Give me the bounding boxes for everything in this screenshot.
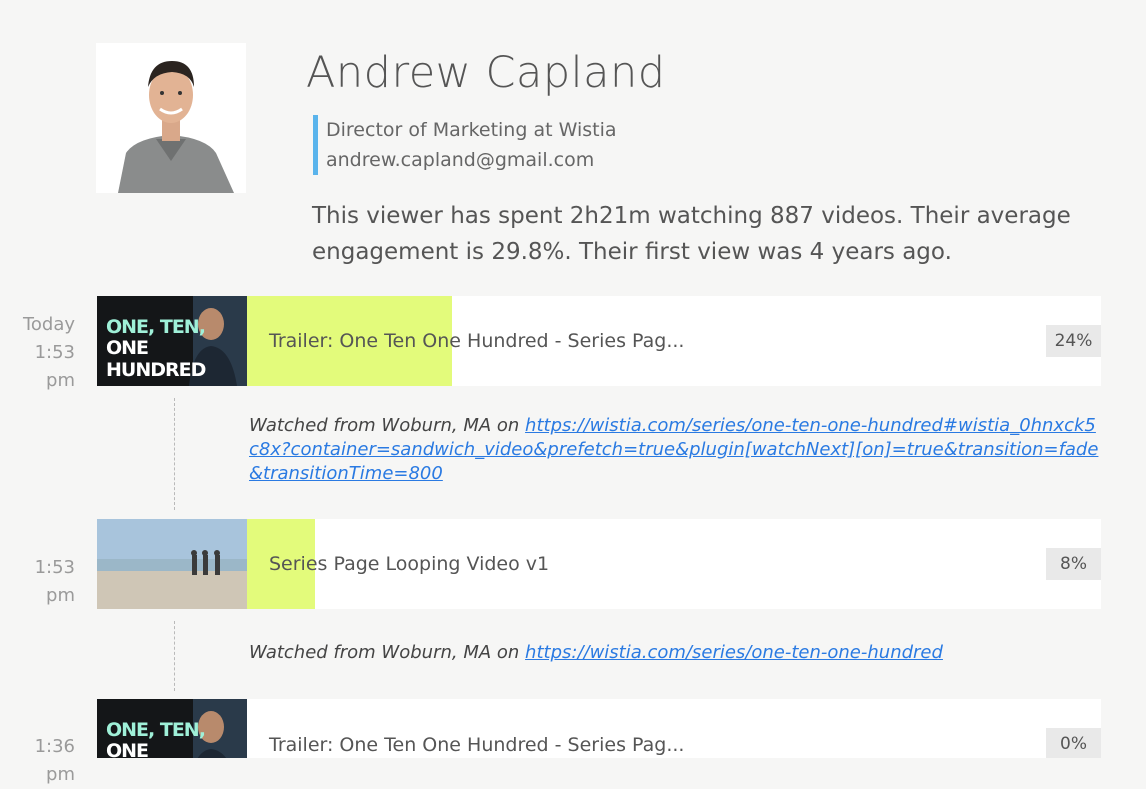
viewer-meta: Director of Marketing at Wistia andrew.c… <box>313 115 617 175</box>
video-title[interactable]: Trailer: One Ten One Hundred - Series Pa… <box>269 699 684 758</box>
video-thumbnail[interactable]: ONE, TEN, ONE HUNDRED <box>97 296 247 386</box>
video-title[interactable]: Series Page Looping Video v1 <box>269 519 549 609</box>
video-row[interactable]: Series Page Looping Video v1 8% <box>97 519 1101 609</box>
session-time: 1:53 pm <box>34 557 75 606</box>
view-page-link[interactable]: https://wistia.com/series/one-ten-one-hu… <box>525 642 943 663</box>
session-timestamp: Today 1:53 pm <box>0 311 75 395</box>
engagement-percent: 24% <box>1046 325 1101 357</box>
video-row[interactable]: ONE, TEN, ONE HUNDRED Trailer: One Ten O… <box>97 699 1101 758</box>
session-time: 1:53 pm <box>34 342 75 391</box>
view-location-text: Watched from Woburn, MA on <box>249 415 526 436</box>
viewer-name: Andrew Capland <box>306 48 666 98</box>
engagement-percent: 8% <box>1046 548 1101 580</box>
video-thumbnail[interactable] <box>97 519 247 609</box>
thumbnail-title-line2: ONE HUNDRED <box>106 337 206 381</box>
viewer-email: andrew.capland@gmail.com <box>326 149 595 171</box>
session-timestamp: 1:53 pm <box>0 554 75 610</box>
thumbnail-title-line1: ONE, TEN, <box>106 719 206 741</box>
person-photo <box>96 43 246 193</box>
timeline-connector <box>174 621 175 691</box>
view-location-note: Watched from Woburn, MA on https://wisti… <box>249 414 1104 486</box>
viewer-job-title: Director of Marketing at Wistia <box>326 119 617 141</box>
video-thumbnail[interactable]: ONE, TEN, ONE HUNDRED <box>97 699 247 758</box>
session-timestamp: 1:36 pm <box>0 733 75 789</box>
viewer-summary: This viewer has spent 2h21m watching 887… <box>312 203 1071 265</box>
engagement-percent: 0% <box>1046 728 1101 758</box>
video-row[interactable]: ONE, TEN, ONE HUNDRED Trailer: One Ten O… <box>97 296 1101 386</box>
avatar <box>96 43 246 193</box>
session-day: Today <box>22 314 75 335</box>
session-time: 1:36 pm <box>34 736 75 785</box>
thumbnail-title-line1: ONE, TEN, <box>106 316 206 338</box>
video-title[interactable]: Trailer: One Ten One Hundred - Series Pa… <box>269 296 684 386</box>
view-location-text: Watched from Woburn, MA on <box>249 642 526 663</box>
thumbnail-title-line2: ONE HUNDRED <box>106 740 149 758</box>
view-location-note: Watched from Woburn, MA on https://wisti… <box>249 641 1104 665</box>
timeline-connector <box>174 398 175 510</box>
